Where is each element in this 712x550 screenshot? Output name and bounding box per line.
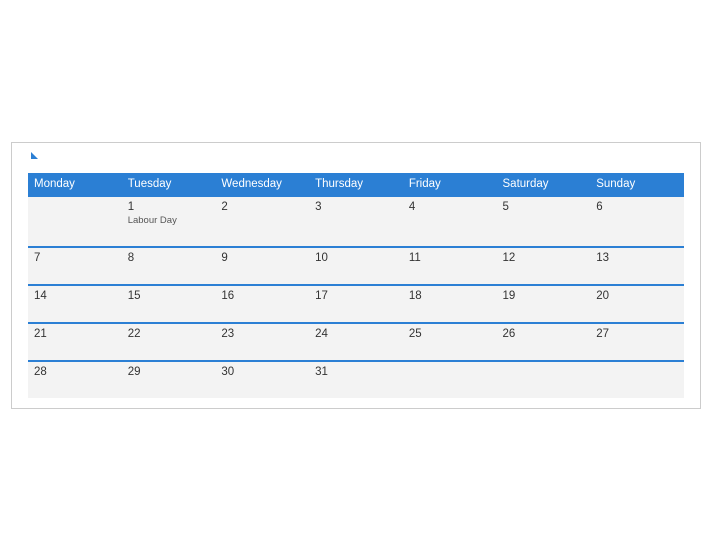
week-row-4: 21 22 23 24 25 26 27 <box>28 323 684 361</box>
weekday-sunday: Sunday <box>590 173 684 196</box>
day-cell <box>590 361 684 398</box>
day-cell: 24 <box>309 323 403 361</box>
day-number: 14 <box>34 290 116 302</box>
day-cell: 22 <box>122 323 216 361</box>
day-number: 2 <box>221 201 303 213</box>
day-cell: 8 <box>122 247 216 285</box>
day-number: 3 <box>315 201 397 213</box>
day-number: 1 <box>128 201 210 213</box>
day-cell: 7 <box>28 247 122 285</box>
day-cell: 20 <box>590 285 684 323</box>
day-cell: 21 <box>28 323 122 361</box>
day-cell: 16 <box>215 285 309 323</box>
day-cell <box>497 361 591 398</box>
logo-triangle-icon <box>31 152 38 159</box>
weekday-tuesday: Tuesday <box>122 173 216 196</box>
weekday-wednesday: Wednesday <box>215 173 309 196</box>
day-number: 23 <box>221 328 303 340</box>
day-number: 16 <box>221 290 303 302</box>
day-number: 18 <box>409 290 491 302</box>
day-cell <box>403 361 497 398</box>
day-cell: 19 <box>497 285 591 323</box>
day-number: 21 <box>34 328 116 340</box>
day-number: 7 <box>34 252 116 264</box>
day-cell: 15 <box>122 285 216 323</box>
day-number: 13 <box>596 252 678 264</box>
week-row-1: 1 Labour Day 23456 <box>28 196 684 247</box>
day-number: 17 <box>315 290 397 302</box>
day-cell: 4 <box>403 196 497 247</box>
day-number: 28 <box>34 366 116 378</box>
weekday-saturday: Saturday <box>497 173 591 196</box>
day-number: 12 <box>503 252 585 264</box>
day-number: 25 <box>409 328 491 340</box>
day-number: 31 <box>315 366 397 378</box>
day-number: 4 <box>409 201 491 213</box>
day-cell: 12 <box>497 247 591 285</box>
day-cell: 11 <box>403 247 497 285</box>
day-number: 19 <box>503 290 585 302</box>
day-cell: 29 <box>122 361 216 398</box>
day-cell <box>28 196 122 247</box>
day-cell: 17 <box>309 285 403 323</box>
day-number: 20 <box>596 290 678 302</box>
holiday-label: Labour Day <box>128 215 210 226</box>
week-row-5: 28 29 30 31 <box>28 361 684 398</box>
day-cell: 30 <box>215 361 309 398</box>
day-number: 24 <box>315 328 397 340</box>
week-row-3: 14 15 16 17 18 19 20 <box>28 285 684 323</box>
day-number: 30 <box>221 366 303 378</box>
day-cell: 28 <box>28 361 122 398</box>
day-cell: 13 <box>590 247 684 285</box>
day-number: 6 <box>596 201 678 213</box>
weekday-friday: Friday <box>403 173 497 196</box>
day-cell: 26 <box>497 323 591 361</box>
day-cell: 27 <box>590 323 684 361</box>
weekday-monday: Monday <box>28 173 122 196</box>
day-cell: 18 <box>403 285 497 323</box>
day-number: 5 <box>503 201 585 213</box>
week-row-2: 789 10 11 12 13 <box>28 247 684 285</box>
day-cell: 1 Labour Day <box>122 196 216 247</box>
day-number: 27 <box>596 328 678 340</box>
day-number: 22 <box>128 328 210 340</box>
day-cell: 25 <box>403 323 497 361</box>
weekday-thursday: Thursday <box>309 173 403 196</box>
day-number: 9 <box>221 252 303 264</box>
day-number: 8 <box>128 252 210 264</box>
day-number: 15 <box>128 290 210 302</box>
day-cell: 14 <box>28 285 122 323</box>
calendar-table: MondayTuesdayWednesdayThursdayFridaySatu… <box>28 173 684 398</box>
weekday-header-row: MondayTuesdayWednesdayThursdayFridaySatu… <box>28 173 684 196</box>
day-number: 11 <box>409 252 491 264</box>
day-cell: 3 <box>309 196 403 247</box>
day-cell: 9 <box>215 247 309 285</box>
day-number: 10 <box>315 252 397 264</box>
day-cell: 23 <box>215 323 309 361</box>
day-number: 29 <box>128 366 210 378</box>
day-cell: 2 <box>215 196 309 247</box>
day-cell: 5 <box>497 196 591 247</box>
day-cell: 6 <box>590 196 684 247</box>
day-cell: 31 <box>309 361 403 398</box>
day-number: 26 <box>503 328 585 340</box>
day-cell: 10 <box>309 247 403 285</box>
calendar-container: MondayTuesdayWednesdayThursdayFridaySatu… <box>11 142 701 409</box>
